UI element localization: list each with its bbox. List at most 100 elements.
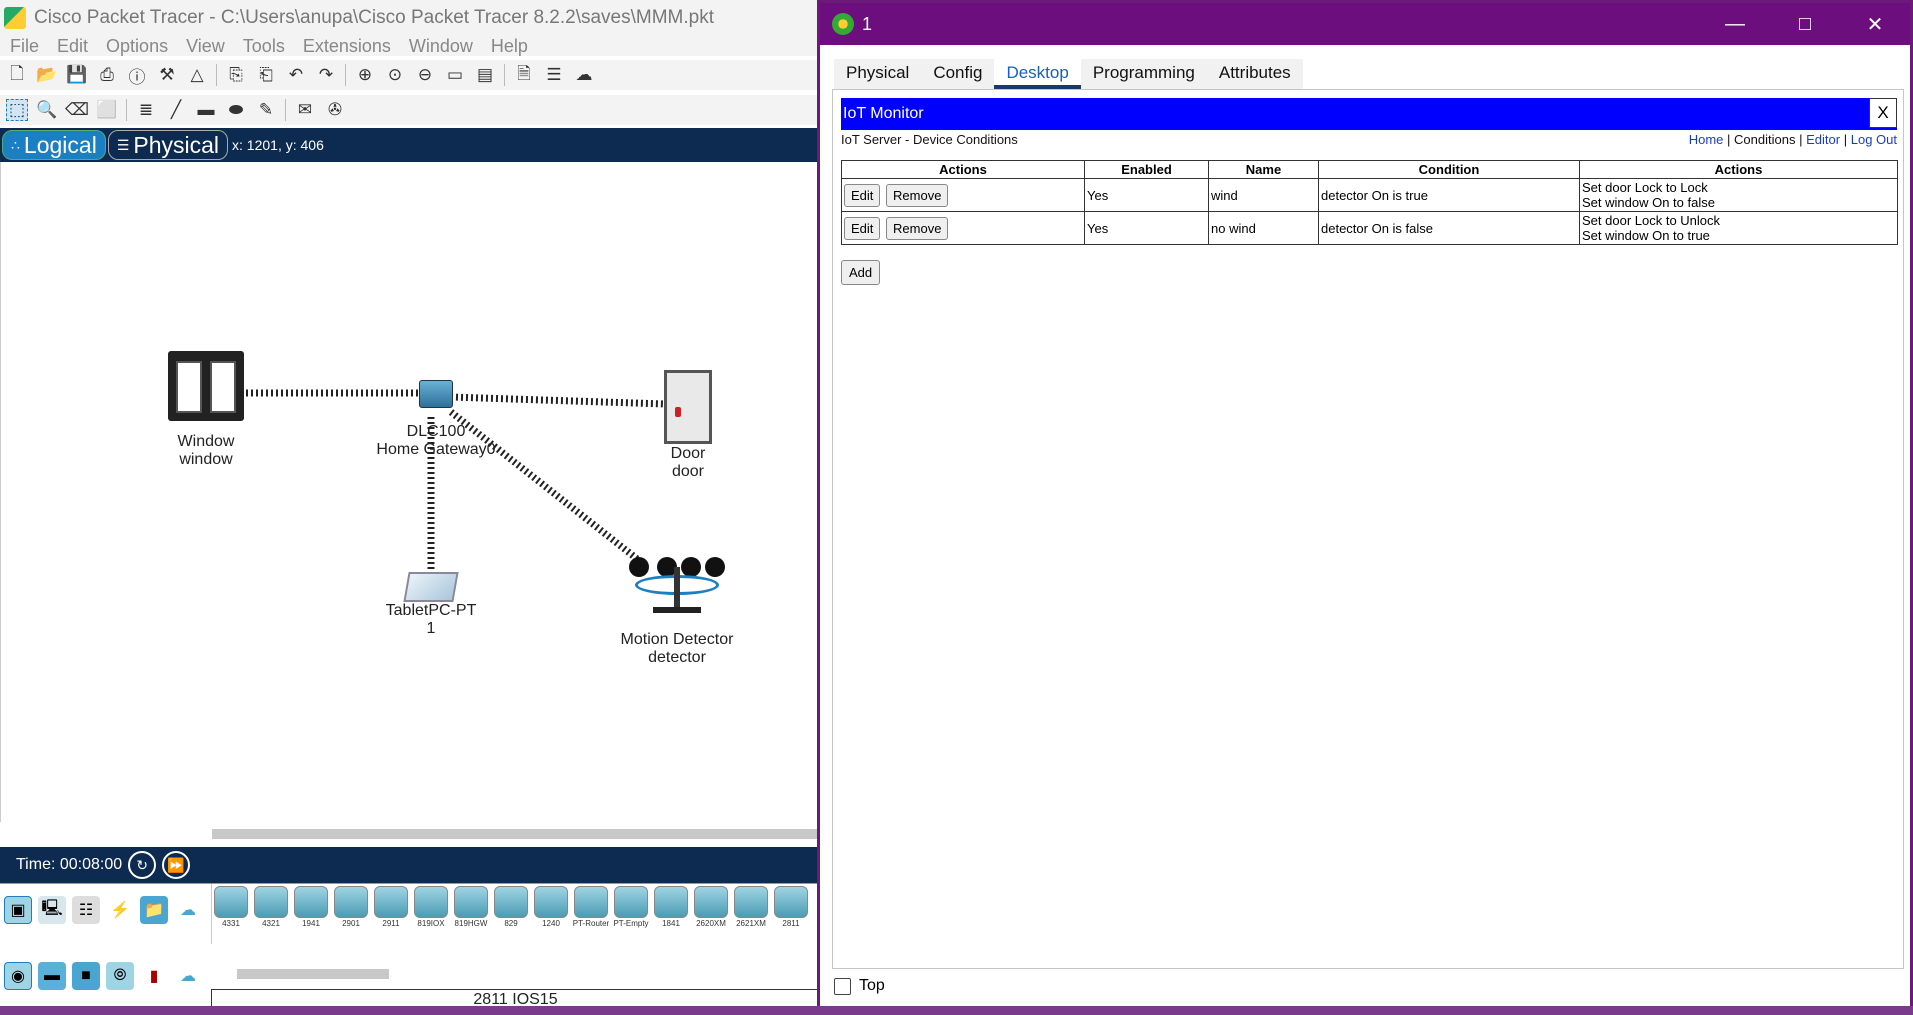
minimize-icon[interactable]: —	[1700, 3, 1770, 45]
cell-enabled: Yes	[1084, 178, 1209, 212]
menu-view[interactable]: View	[186, 36, 225, 57]
end-devices-icon[interactable]: 🖳	[38, 896, 66, 924]
maximize-icon[interactable]: □	[1770, 3, 1840, 45]
device-model-1841[interactable]: 1841	[652, 886, 690, 944]
resize-icon[interactable]: ⬜	[96, 99, 118, 121]
edit-button[interactable]: Edit	[844, 216, 881, 240]
editor-link[interactable]: Editor	[1806, 132, 1840, 147]
copy-icon[interactable]: ⎘	[225, 64, 247, 86]
components-icon[interactable]: ☷	[72, 896, 100, 924]
top-checkbox[interactable]	[834, 977, 851, 995]
device-model-1240[interactable]: 1240	[532, 886, 570, 944]
drawing-palette-icon[interactable]: ▭	[444, 64, 466, 86]
add-condition-button[interactable]: Add	[841, 260, 881, 285]
device-model-pt-router[interactable]: PT-Router	[572, 886, 610, 944]
new-file-icon[interactable]: 🗋	[6, 64, 28, 86]
device-model-2911[interactable]: 2911	[372, 886, 410, 944]
edit-button[interactable]: Edit	[844, 183, 881, 207]
network-devices-icon[interactable]: ▣	[4, 896, 32, 924]
draw-rectangle-icon[interactable]: ▬	[195, 99, 217, 121]
place-note-icon[interactable]: ≣	[135, 99, 157, 121]
undo-icon[interactable]: ↶	[285, 64, 307, 86]
fast-forward-icon[interactable]: ⏩	[162, 851, 191, 879]
device-list-scrollbar[interactable]	[237, 969, 389, 979]
notes-icon[interactable]: 🗎	[513, 64, 535, 86]
zoom-in-icon[interactable]: ⊕	[354, 64, 376, 86]
custom-device-icon[interactable]: ▤	[474, 64, 496, 86]
remove-button[interactable]: Remove	[886, 216, 949, 240]
device-model-2811[interactable]: 2811	[772, 886, 810, 944]
row-action-buttons: Edit Remove	[841, 178, 1085, 212]
device-model-2901[interactable]: 2901	[332, 886, 370, 944]
logout-link[interactable]: Log Out	[1851, 132, 1897, 147]
multiuser-icon[interactable]: ☁	[174, 896, 202, 924]
device-model-819iox[interactable]: 819IOX	[412, 886, 450, 944]
security-icon[interactable]: ▮	[140, 962, 168, 990]
device-model-829[interactable]: 829	[492, 886, 530, 944]
menu-options[interactable]: Options	[106, 36, 168, 57]
hubs-icon[interactable]: ■	[72, 962, 100, 990]
device-model-4321[interactable]: 4321	[252, 886, 290, 944]
physical-mode-button[interactable]: ☰ Physical	[107, 130, 229, 160]
wizard-icon[interactable]: ⚒	[156, 64, 178, 86]
zoom-reset-icon[interactable]: ⊙	[384, 64, 406, 86]
wireless-devices-icon[interactable]: ⦾	[106, 962, 134, 990]
open-folder-icon[interactable]: 📂	[36, 64, 58, 86]
zoom-out-icon[interactable]: ⊖	[414, 64, 436, 86]
miscellaneous-icon[interactable]: 📁	[140, 896, 168, 924]
device-model-2621xm[interactable]: 2621XM	[732, 886, 770, 944]
network-icon[interactable]: ☰	[543, 64, 565, 86]
device-model-2620xm[interactable]: 2620XM	[692, 886, 730, 944]
paste-icon[interactable]: ⎗	[255, 64, 277, 86]
remove-button[interactable]: Remove	[886, 183, 949, 207]
select-icon[interactable]: ⬚	[6, 99, 28, 121]
window-device-icon[interactable]	[168, 351, 244, 421]
print-icon[interactable]: ⎙	[96, 64, 118, 86]
motion-detector-icon[interactable]	[629, 557, 725, 617]
routers-icon[interactable]: ◉	[4, 962, 32, 990]
menu-tools[interactable]: Tools	[243, 36, 285, 57]
always-on-top-option[interactable]: Top	[834, 977, 885, 995]
tab-desktop[interactable]: Desktop	[994, 59, 1081, 89]
door-device-label: Door door	[648, 445, 728, 481]
logical-mode-button[interactable]: ∴ Logical	[2, 130, 106, 160]
network-info-icon[interactable]: △	[186, 64, 208, 86]
tab-config[interactable]: Config	[921, 59, 995, 89]
complex-pdu-icon[interactable]: ✇	[324, 99, 346, 121]
iot-monitor-close-button[interactable]: X	[1869, 98, 1897, 128]
logical-workspace[interactable]: Window window DLC100 Home Gateway0 Door …	[0, 162, 820, 822]
save-icon[interactable]: 💾	[66, 64, 88, 86]
menu-edit[interactable]: Edit	[57, 36, 88, 57]
delete-icon[interactable]: ⌫	[65, 99, 89, 121]
workspace-horizontal-scrollbar[interactable]	[212, 829, 820, 839]
redo-icon[interactable]: ↷	[315, 64, 337, 86]
close-icon[interactable]: ✕	[1840, 3, 1910, 45]
inspect-icon[interactable]: 🔍	[36, 99, 58, 121]
device-model-819hgw[interactable]: 819HGW	[452, 886, 490, 944]
cloud-icon[interactable]: ☁	[573, 64, 595, 86]
tab-physical[interactable]: Physical	[834, 59, 922, 89]
menu-file[interactable]: File	[10, 36, 39, 57]
menu-extensions[interactable]: Extensions	[303, 36, 391, 57]
freeform-icon[interactable]: ✎	[255, 99, 277, 121]
draw-line-icon[interactable]: ╱	[165, 99, 187, 121]
home-gateway-icon[interactable]	[419, 380, 453, 408]
router-icon	[494, 886, 528, 918]
info-icon[interactable]: ⓘ	[126, 64, 148, 87]
tab-programming[interactable]: Programming	[1080, 59, 1207, 89]
device-model-pt-empty[interactable]: PT-Empty	[612, 886, 650, 944]
power-cycle-icon[interactable]: ↻	[128, 851, 157, 879]
connections-icon[interactable]: ⚡	[106, 896, 134, 924]
door-device-icon[interactable]	[664, 370, 712, 444]
draw-ellipse-icon[interactable]: ⬬	[225, 99, 247, 121]
switches-icon[interactable]: ▬	[38, 962, 66, 990]
device-model-4331[interactable]: 4331	[212, 886, 250, 944]
menu-window[interactable]: Window	[409, 36, 473, 57]
menu-help[interactable]: Help	[491, 36, 528, 57]
simple-pdu-icon[interactable]: ✉	[294, 99, 316, 121]
tablet-device-icon[interactable]	[403, 572, 459, 602]
wan-emulation-icon[interactable]: ☁	[174, 962, 202, 990]
device-model-1941[interactable]: 1941	[292, 886, 330, 944]
home-link[interactable]: Home	[1689, 132, 1724, 147]
tab-attributes[interactable]: Attributes	[1206, 59, 1303, 89]
